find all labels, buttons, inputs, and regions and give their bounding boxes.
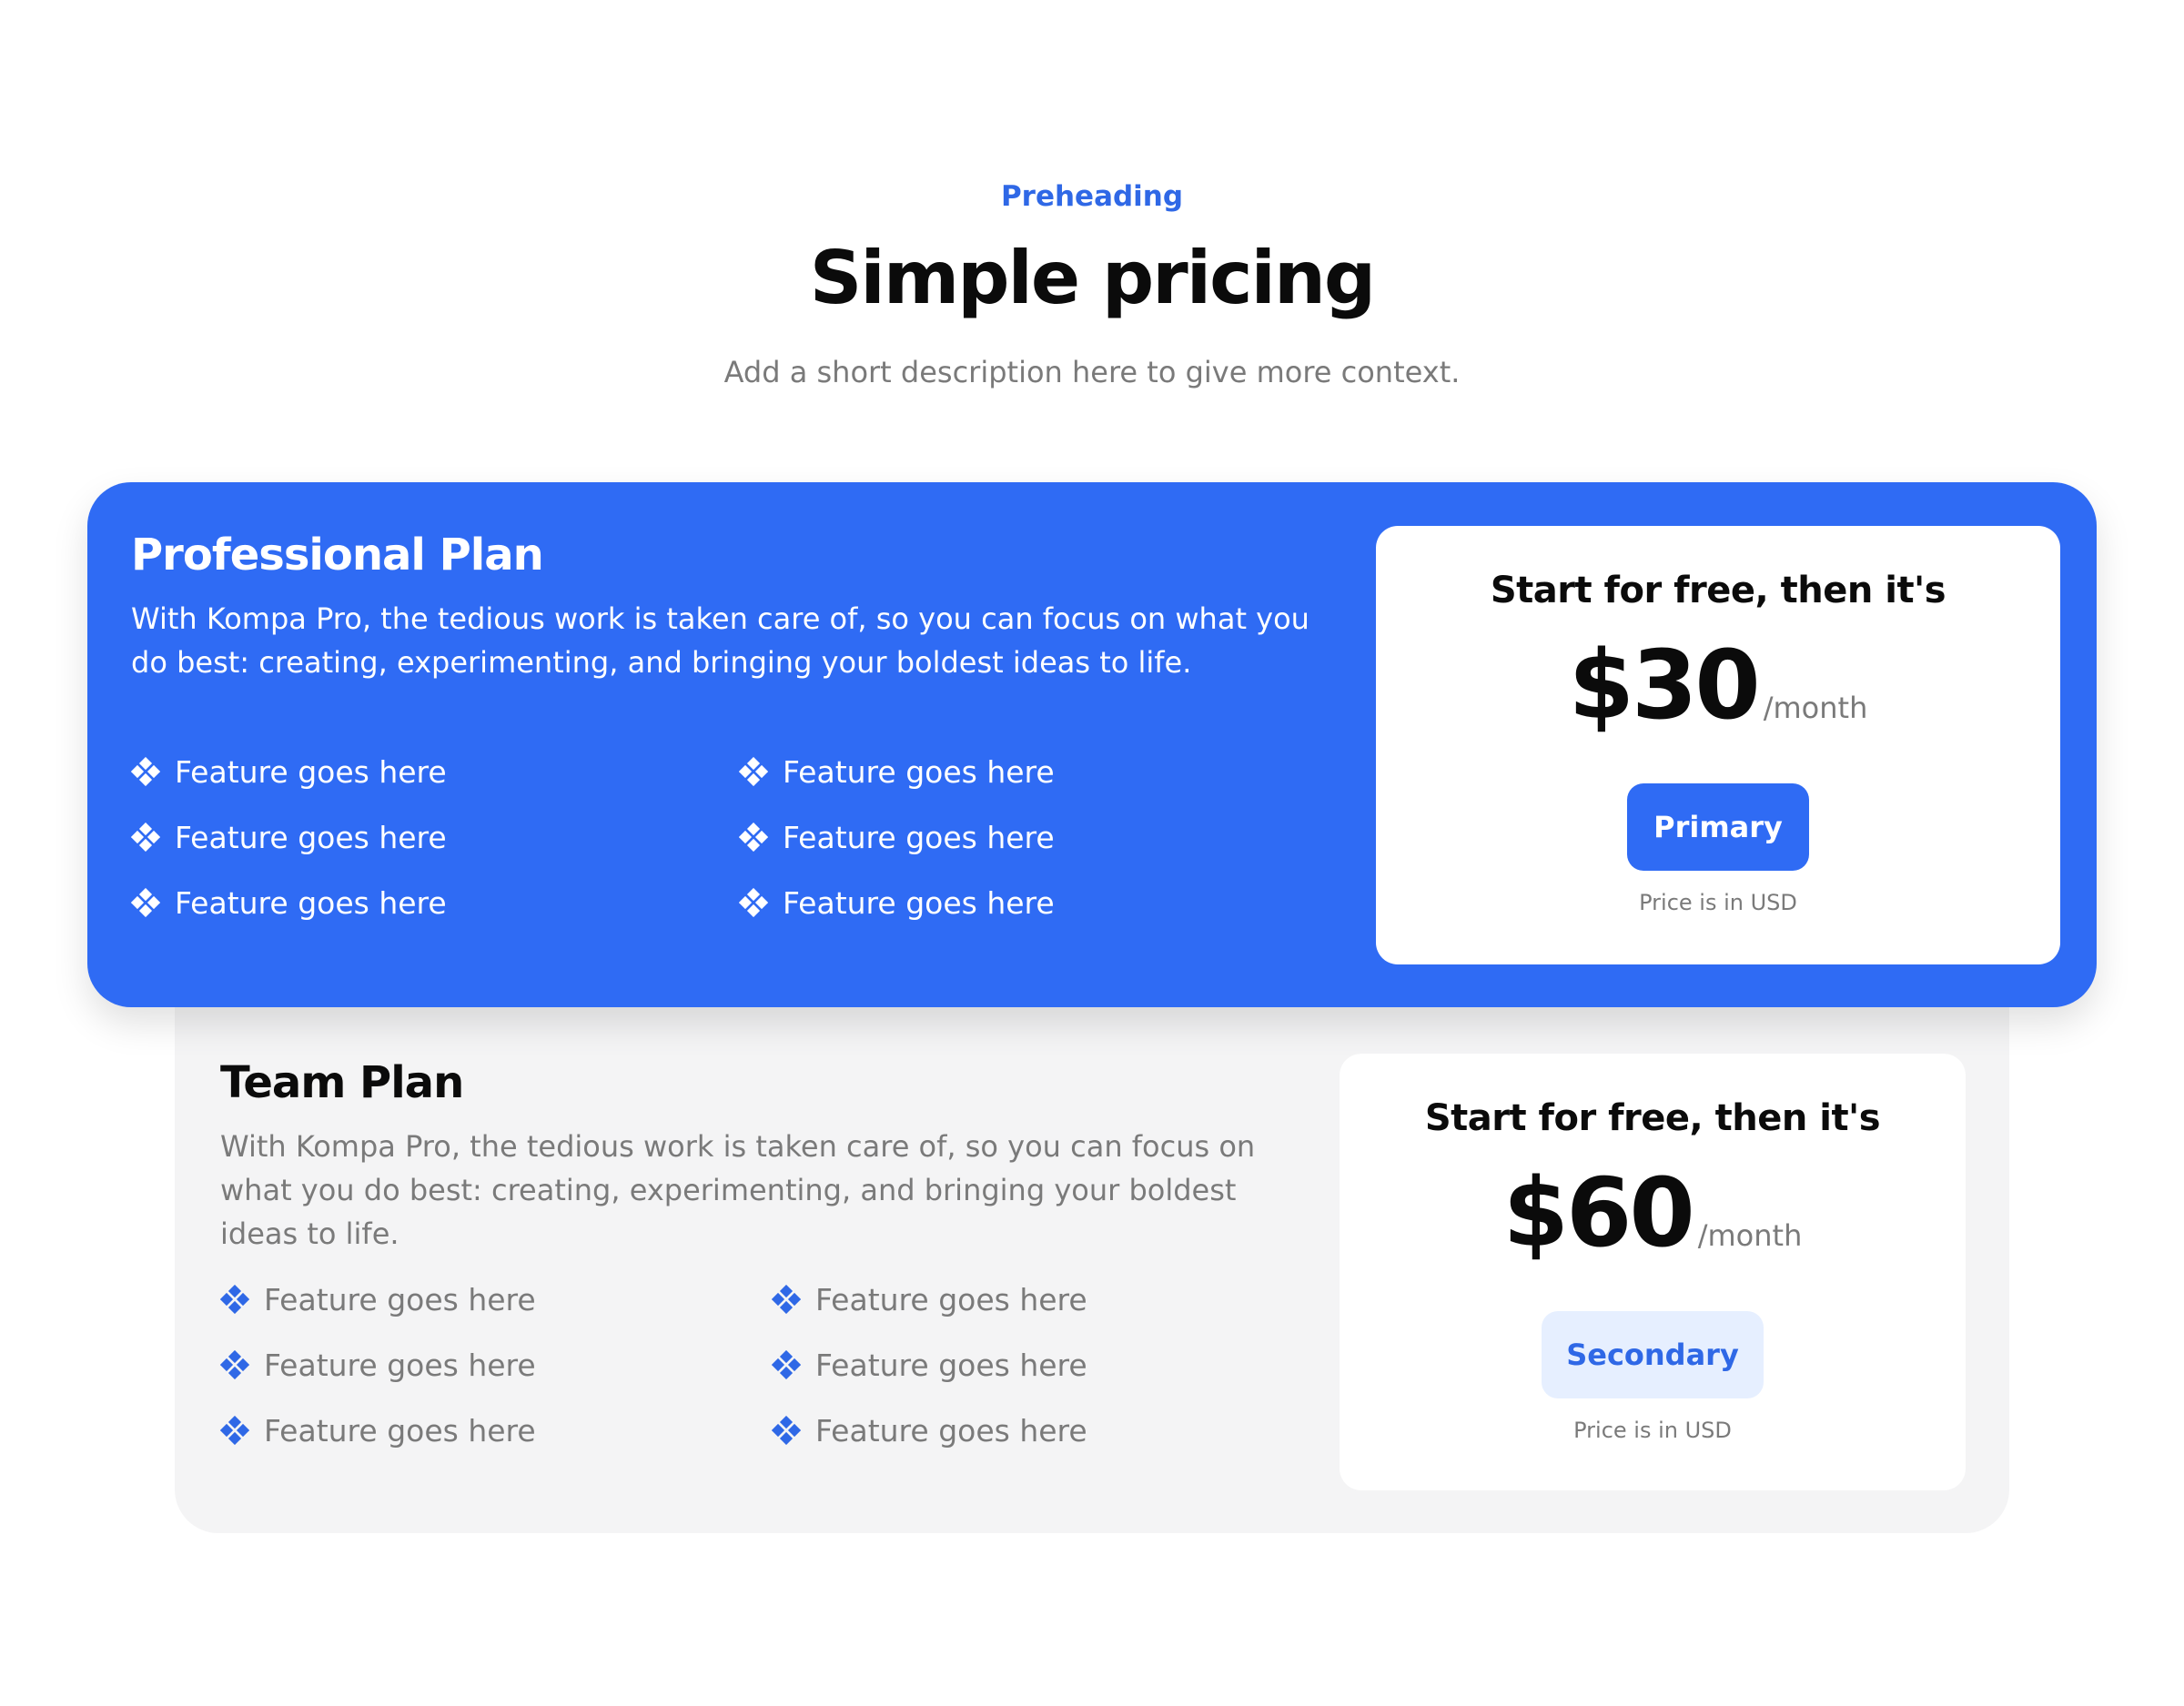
diamond-cluster-icon (772, 1350, 801, 1379)
feature-item: Feature goes here (772, 1277, 1318, 1321)
plan-description: With Kompa Pro, the tedious work is take… (131, 601, 1309, 680)
feature-label: Feature goes here (175, 819, 447, 855)
price-amount: $30 (1568, 630, 1761, 741)
team-plan-card: Team Plan With Kompa Pro, the tedious wo… (175, 964, 2009, 1533)
price-panel: Start for free, then it's $30 /month Pri… (1376, 526, 2060, 964)
feature-item: Feature goes here (131, 881, 739, 924)
secondary-button[interactable]: Secondary (1542, 1311, 1764, 1398)
feature-label: Feature goes here (815, 1347, 1087, 1383)
plan-description: With Kompa Pro, the tedious work is take… (220, 1129, 1256, 1251)
feature-label: Feature goes here (783, 819, 1055, 855)
diamond-cluster-icon (220, 1285, 249, 1314)
primary-button[interactable]: Primary (1627, 783, 1809, 871)
price-unit: /month (1763, 691, 1868, 725)
price-tagline: Start for free, then it's (1490, 570, 1946, 611)
diamond-cluster-icon (220, 1416, 249, 1445)
feature-label: Feature goes here (783, 753, 1055, 790)
feature-item: Feature goes here (220, 1277, 772, 1321)
feature-label: Feature goes here (264, 1412, 536, 1449)
feature-label: Feature goes here (815, 1281, 1087, 1317)
plan-title: Team Plan (220, 1057, 464, 1108)
diamond-cluster-icon (131, 757, 160, 786)
diamond-cluster-icon (131, 888, 160, 917)
feature-item: Feature goes here (131, 750, 739, 793)
feature-item: Feature goes here (131, 815, 739, 859)
price-row: $30 /month (1376, 635, 2060, 735)
feature-item: Feature goes here (739, 881, 1285, 924)
feature-label: Feature goes here (264, 1347, 536, 1383)
preheading: Preheading (1000, 180, 1184, 213)
diamond-cluster-icon (772, 1285, 801, 1314)
feature-label: Feature goes here (815, 1412, 1087, 1449)
feature-item: Feature goes here (772, 1408, 1318, 1452)
feature-label: Feature goes here (175, 753, 447, 790)
diamond-cluster-icon (131, 823, 160, 852)
feature-item: Feature goes here (739, 815, 1285, 859)
diamond-cluster-icon (739, 888, 768, 917)
feature-label: Feature goes here (264, 1281, 536, 1317)
price-row: $60 /month (1340, 1163, 1966, 1263)
diamond-cluster-icon (220, 1350, 249, 1379)
price-currency-note: Price is in USD (1639, 890, 1797, 915)
price-currency-note: Price is in USD (1573, 1418, 1732, 1443)
feature-item: Feature goes here (739, 750, 1285, 793)
page-description: Add a short description here to give mor… (723, 355, 1461, 389)
diamond-cluster-icon (772, 1416, 801, 1445)
professional-plan-card: Professional Plan With Kompa Pro, the te… (87, 482, 2097, 1007)
plan-title: Professional Plan (131, 530, 544, 580)
page-title: Simple pricing (809, 236, 1376, 320)
price-tagline: Start for free, then it's (1424, 1097, 1881, 1139)
feature-label: Feature goes here (783, 884, 1055, 921)
diamond-cluster-icon (739, 823, 768, 852)
price-amount: $60 (1502, 1157, 1695, 1268)
feature-item: Feature goes here (220, 1343, 772, 1387)
feature-list: Feature goes here Feature goes here Feat… (131, 750, 1285, 924)
feature-label: Feature goes here (175, 884, 447, 921)
price-panel: Start for free, then it's $60 /month Sec… (1340, 1054, 1966, 1490)
feature-item: Feature goes here (220, 1408, 772, 1452)
feature-item: Feature goes here (772, 1343, 1318, 1387)
feature-list: Feature goes here Feature goes here Feat… (220, 1277, 1318, 1452)
diamond-cluster-icon (739, 757, 768, 786)
price-unit: /month (1697, 1218, 1803, 1253)
